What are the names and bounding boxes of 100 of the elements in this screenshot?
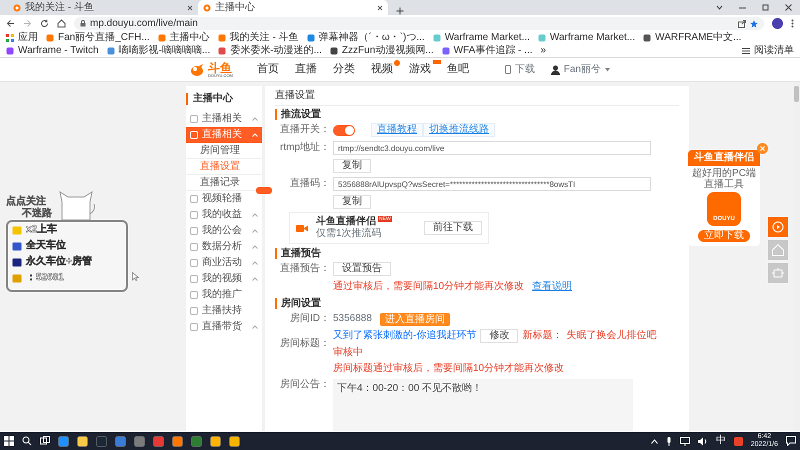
sidebar-item[interactable]: 商业活动 [186, 255, 262, 271]
sidebar-item[interactable]: 我的推广 [186, 287, 262, 303]
download-button[interactable]: 前往下载 [424, 221, 482, 235]
home-icon[interactable] [57, 19, 66, 28]
app-icon[interactable] [210, 436, 221, 446]
network-icon[interactable] [680, 436, 690, 446]
text-field[interactable]: rtmp://sendtc3.douyu.com/live [333, 141, 651, 155]
windows-icon[interactable] [4, 436, 14, 446]
user-menu[interactable]: Fan丽兮 [550, 64, 610, 76]
app-icon[interactable] [134, 436, 145, 446]
back-icon[interactable] [6, 19, 15, 28]
close-icon[interactable] [377, 4, 383, 10]
chevron-down-icon[interactable] [716, 4, 723, 11]
notice-text: 通过审核后，需要间隔10分钟才能再次修改 [333, 281, 524, 293]
help-link[interactable]: 查看说明 [532, 281, 572, 293]
close-icon[interactable] [785, 4, 792, 11]
field-label: 直播开关： [279, 124, 331, 136]
search-icon[interactable] [22, 436, 32, 446]
toggle-switch[interactable] [333, 124, 355, 136]
user-avatar-icon [550, 64, 560, 74]
sidebar-item[interactable]: 主播扶持 [186, 303, 262, 319]
star-icon[interactable] [750, 20, 758, 28]
app-icon[interactable] [229, 436, 240, 446]
field-label: 房间ID： [289, 313, 331, 325]
new-tab-icon[interactable] [396, 7, 404, 15]
restore-icon[interactable] [762, 4, 769, 11]
outline-square-icon [190, 243, 198, 251]
side-button[interactable] [768, 217, 788, 237]
more-vertical-icon[interactable] [791, 19, 794, 28]
reading-list-button[interactable]: 阅读清单 [742, 45, 794, 57]
bookmark-favicon-icon [46, 34, 54, 42]
scrollbar-thumb[interactable] [794, 86, 799, 102]
outline-square-icon [190, 195, 198, 203]
reload-icon[interactable] [40, 19, 49, 28]
input-method-indicator[interactable]: 中 [716, 435, 726, 447]
outline-square-icon [190, 307, 198, 315]
bookmark-link[interactable]: 我的关注 - 斗鱼 [218, 32, 299, 44]
bookmark-favicon-icon [6, 47, 14, 55]
copy-button[interactable]: 复制 [333, 159, 371, 173]
app-icon[interactable] [58, 436, 69, 446]
sidebar-item[interactable]: 我的公会 [186, 223, 262, 239]
task-view-icon[interactable] [40, 436, 50, 446]
announcement-field[interactable]: 下午4：00-20：00 不见不散哟！ [333, 379, 633, 432]
text-field[interactable]: 5356888rAlUpvspQ?wsSecret=********************************8owsTI [333, 177, 651, 191]
sidebar-item[interactable]: 主播相关 [186, 111, 262, 127]
bookmark-link[interactable]: 主播中心 [158, 32, 210, 44]
microphone-icon[interactable] [666, 436, 672, 446]
app-icon[interactable] [172, 436, 183, 446]
bookmark-link[interactable]: 委米委米-动漫迷的... [218, 45, 322, 57]
copy-button[interactable]: 复制 [333, 195, 371, 209]
sidebar-item[interactable]: 视频轮播 [186, 191, 262, 207]
bookmark-link[interactable]: Warframe Market... [538, 32, 636, 44]
nav-link[interactable]: 分类 [332, 62, 355, 75]
browser-tab[interactable]: 我的关注 - 斗鱼 [8, 0, 198, 15]
perk-text: 永久车位+房管 [26, 256, 92, 268]
bookmark-link[interactable]: ZzzFun动漫视频网... [330, 45, 434, 57]
bookmark-link[interactable]: 应用 [6, 32, 38, 44]
browser-tab[interactable]: 主播中心 [198, 0, 388, 15]
nav-link[interactable]: 直播 [294, 62, 317, 75]
sidebar-item[interactable]: 直播带货 [186, 319, 262, 335]
bookmark-link[interactable]: 弹幕神器（´・ω・`)つ... [306, 32, 425, 44]
outline-square-icon [190, 323, 198, 331]
volume-icon[interactable] [698, 436, 708, 446]
url-text: mp.douyu.com/live/main [90, 18, 198, 30]
caret-up-icon[interactable] [650, 438, 658, 444]
edit-button[interactable]: 修改 [480, 329, 518, 343]
caret-down-icon [605, 68, 610, 72]
bookmark-link[interactable]: 嘀嘀影视-嘀嘀嘀嘀... [106, 45, 210, 57]
notice-text: 房间标题通过审核后，需要间隔10分钟才能再次修改 [333, 363, 564, 375]
share-icon[interactable] [738, 20, 746, 28]
new-title: 失眠了换会儿排位吧 [566, 330, 656, 342]
bookmark-link[interactable]: Warframe - Twitch [6, 45, 99, 57]
video-camera-icon [296, 224, 308, 232]
bookmark-link[interactable]: Warframe Market... [432, 32, 530, 44]
bookmark-link[interactable]: WARFRAME中文... [643, 32, 742, 44]
avatar-icon[interactable] [772, 18, 783, 29]
section-title: 推流设置 [275, 109, 679, 120]
sidebar-subitem[interactable]: 房间管理 [186, 143, 262, 159]
app-tray-icon[interactable] [734, 436, 743, 446]
page-title: 直播设置 [275, 90, 679, 106]
bookmark-link[interactable]: WFA事件追踪 - ... [442, 45, 532, 57]
sidebar-item[interactable]: 我的视频 [186, 271, 262, 287]
address-bar[interactable]: mp.douyu.com/live/main [74, 17, 764, 30]
sidebar-item[interactable]: 我的收益 [186, 207, 262, 223]
notification-icon[interactable] [786, 436, 796, 446]
download-link[interactable]: 下载 [504, 64, 535, 76]
cursor-icon [132, 272, 139, 281]
more-bookmarks-button[interactable]: » [540, 45, 546, 57]
nav-link[interactable]: 游戏 [408, 62, 431, 75]
close-icon[interactable] [187, 4, 193, 10]
outline-square-icon [190, 275, 198, 283]
apps-grid-icon [6, 34, 14, 42]
nav-link[interactable]: 鱼吧 [446, 62, 469, 75]
nav-link[interactable]: 视频 [370, 62, 393, 75]
sidebar-item[interactable]: 数据分析 [186, 239, 262, 255]
bookmark-link[interactable]: Fan丽兮直播_CFH... [46, 32, 150, 44]
set-preview-button[interactable]: 设置预告 [333, 262, 391, 276]
bookmark-favicon-icon [158, 34, 166, 42]
nav-link[interactable]: 首页 [256, 62, 279, 75]
app-icon[interactable] [77, 436, 88, 446]
